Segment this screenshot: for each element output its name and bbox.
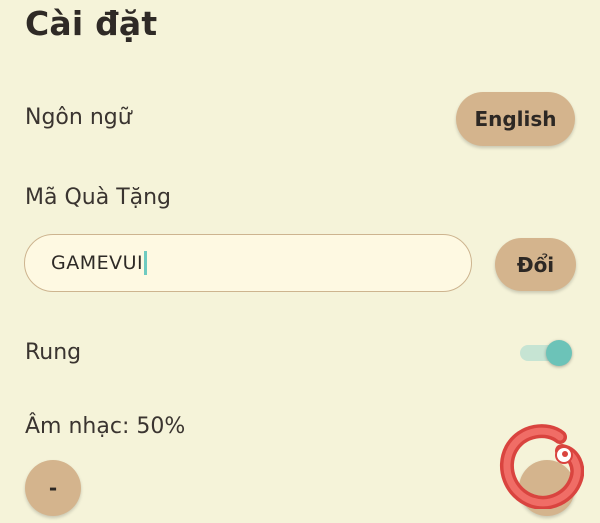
- language-button[interactable]: English: [456, 92, 575, 146]
- vibration-toggle[interactable]: [520, 340, 572, 366]
- page-title: Cài đặt: [25, 4, 158, 43]
- vibration-label: Rung: [25, 340, 82, 365]
- redeem-button[interactable]: Đổi: [495, 238, 576, 291]
- toggle-thumb: [546, 340, 572, 366]
- giftcode-label: Mã Quà Tặng: [25, 185, 172, 210]
- text-caret: [144, 251, 148, 275]
- gamevui-logo-icon: [500, 424, 584, 509]
- giftcode-input-value: GAMEVUI: [51, 252, 144, 274]
- music-label: Âm nhạc: 50%: [25, 414, 186, 439]
- language-label: Ngôn ngữ: [25, 105, 132, 130]
- giftcode-input[interactable]: GAMEVUI: [24, 234, 472, 292]
- music-decrease-button[interactable]: -: [25, 460, 81, 516]
